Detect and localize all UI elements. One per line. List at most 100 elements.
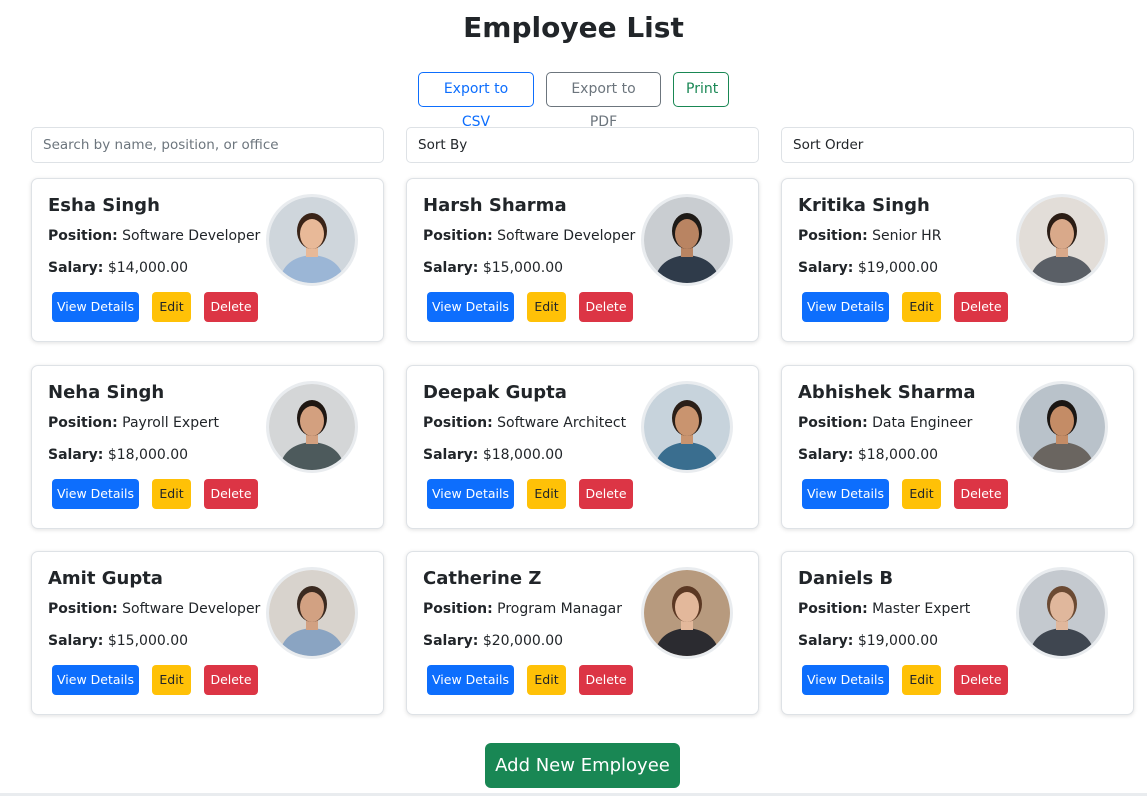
- person-portrait-icon: [644, 570, 730, 656]
- employee-card: Deepak Gupta Position: Software Architect…: [406, 365, 759, 529]
- card-actions: View Details Edit Delete: [427, 665, 633, 695]
- employee-name: Esha Singh: [48, 195, 160, 216]
- delete-button[interactable]: Delete: [954, 292, 1008, 322]
- export-toolbar: Export to CSV Export to PDF Print: [0, 72, 1147, 130]
- employee-position: Position: Software Architect: [423, 413, 626, 433]
- card-actions: View Details Edit Delete: [52, 292, 258, 322]
- view-details-button[interactable]: View Details: [802, 292, 889, 322]
- edit-button[interactable]: Edit: [527, 479, 566, 509]
- employee-avatar: [1016, 194, 1108, 286]
- edit-button[interactable]: Edit: [152, 665, 191, 695]
- edit-button[interactable]: Edit: [527, 665, 566, 695]
- edit-button[interactable]: Edit: [152, 479, 191, 509]
- person-portrait-icon: [1019, 197, 1105, 283]
- employee-position: Position: Data Engineer: [798, 413, 972, 433]
- view-details-button[interactable]: View Details: [52, 479, 139, 509]
- position-label: Position:: [48, 415, 118, 431]
- delete-button[interactable]: Delete: [204, 479, 258, 509]
- employee-salary: Salary: $18,000.00: [798, 445, 938, 465]
- position-value: Program Managar: [497, 601, 622, 617]
- delete-button[interactable]: Delete: [579, 479, 633, 509]
- salary-label: Salary:: [423, 633, 479, 649]
- employee-salary: Salary: $18,000.00: [423, 445, 563, 465]
- employee-card: Catherine Z Position: Program Managar Sala…: [406, 551, 759, 715]
- filter-controls: Sort By Sort Order: [31, 127, 1134, 163]
- edit-button[interactable]: Edit: [152, 292, 191, 322]
- edit-button[interactable]: Edit: [527, 292, 566, 322]
- position-value: Software Developer: [122, 228, 261, 244]
- edit-button[interactable]: Edit: [902, 479, 941, 509]
- employee-position: Position: Program Managar: [423, 599, 622, 619]
- employee-position: Position: Software Developer: [48, 599, 260, 619]
- employee-name: Deepak Gupta: [423, 382, 567, 403]
- position-value: Software Architect: [497, 415, 627, 431]
- position-value: Payroll Expert: [122, 415, 219, 431]
- employee-avatar: [266, 567, 358, 659]
- view-details-button[interactable]: View Details: [427, 479, 514, 509]
- export-csv-button[interactable]: Export to CSV: [418, 72, 534, 130]
- employee-card: Neha Singh Position: Payroll Expert Salary…: [31, 365, 384, 529]
- salary-value: $19,000.00: [857, 633, 939, 649]
- employee-card: Daniels B Position: Master Expert Salary: …: [781, 551, 1134, 715]
- card-actions: View Details Edit Delete: [427, 292, 633, 322]
- sort-order-select[interactable]: Sort Order: [781, 127, 1134, 163]
- delete-button[interactable]: Delete: [954, 479, 1008, 509]
- delete-button[interactable]: Delete: [204, 292, 258, 322]
- view-details-button[interactable]: View Details: [427, 665, 514, 695]
- view-details-button[interactable]: View Details: [52, 665, 139, 695]
- export-pdf-button[interactable]: Export to PDF: [546, 72, 661, 130]
- position-value: Senior HR: [872, 228, 942, 244]
- sort-by-select[interactable]: Sort By: [406, 127, 759, 163]
- employee-salary: Salary: $19,000.00: [798, 631, 938, 651]
- page-title: Employee List: [463, 11, 684, 44]
- view-details-button[interactable]: View Details: [52, 292, 139, 322]
- position-value: Software Developer: [122, 601, 261, 617]
- employee-avatar: [1016, 381, 1108, 473]
- delete-button[interactable]: Delete: [204, 665, 258, 695]
- employee-position: Position: Master Expert: [798, 599, 970, 619]
- add-employee-button[interactable]: Add New Employee: [485, 743, 680, 788]
- position-label: Position:: [48, 601, 118, 617]
- person-portrait-icon: [269, 570, 355, 656]
- card-actions: View Details Edit Delete: [802, 292, 1008, 322]
- delete-button[interactable]: Delete: [954, 665, 1008, 695]
- employee-name: Daniels B: [798, 568, 894, 589]
- employee-avatar: [266, 194, 358, 286]
- edit-button[interactable]: Edit: [902, 665, 941, 695]
- employee-avatar: [266, 381, 358, 473]
- position-value: Software Developer: [497, 228, 636, 244]
- card-actions: View Details Edit Delete: [802, 665, 1008, 695]
- salary-label: Salary:: [48, 447, 104, 463]
- salary-value: $15,000.00: [107, 633, 189, 649]
- view-details-button[interactable]: View Details: [802, 665, 889, 695]
- salary-value: $20,000.00: [482, 633, 564, 649]
- search-input[interactable]: [31, 127, 384, 163]
- position-value: Master Expert: [872, 601, 971, 617]
- salary-value: $18,000.00: [857, 447, 939, 463]
- employee-name: Amit Gupta: [48, 568, 163, 589]
- salary-label: Salary:: [423, 447, 479, 463]
- card-actions: View Details Edit Delete: [802, 479, 1008, 509]
- employee-salary: Salary: $20,000.00: [423, 631, 563, 651]
- salary-label: Salary:: [48, 633, 104, 649]
- print-button[interactable]: Print: [673, 72, 729, 107]
- position-label: Position:: [423, 415, 493, 431]
- employee-avatar: [641, 567, 733, 659]
- employee-card: Amit Gupta Position: Software Developer Sa…: [31, 551, 384, 715]
- person-portrait-icon: [1019, 384, 1105, 470]
- employee-avatar: [641, 194, 733, 286]
- edit-button[interactable]: Edit: [902, 292, 941, 322]
- salary-value: $15,000.00: [482, 260, 564, 276]
- delete-button[interactable]: Delete: [579, 665, 633, 695]
- employee-card: Esha Singh Position: Software Developer Sa…: [31, 178, 384, 342]
- view-details-button[interactable]: View Details: [427, 292, 514, 322]
- employee-name: Catherine Z: [423, 568, 542, 589]
- salary-value: $14,000.00: [107, 260, 189, 276]
- view-details-button[interactable]: View Details: [802, 479, 889, 509]
- position-label: Position:: [798, 415, 868, 431]
- employee-card: Abhishek Sharma Position: Data Engineer Sa…: [781, 365, 1134, 529]
- employee-salary: Salary: $14,000.00: [48, 258, 188, 278]
- employee-position: Position: Senior HR: [798, 226, 941, 246]
- delete-button[interactable]: Delete: [579, 292, 633, 322]
- card-actions: View Details Edit Delete: [427, 479, 633, 509]
